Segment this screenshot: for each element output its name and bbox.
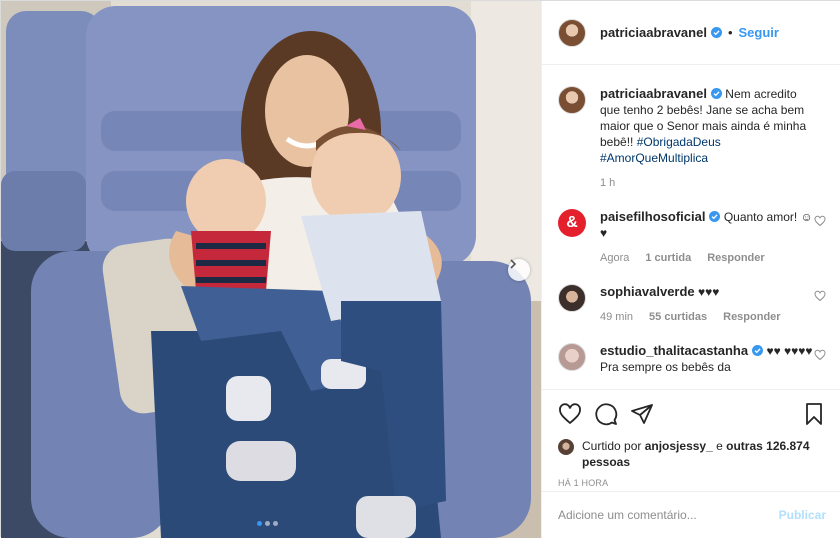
verified-icon [752, 345, 764, 356]
author-username[interactable]: patriciaabravanel [600, 25, 707, 40]
comment-item: sophiavalverde ♥♥♥ 49 min 55 curtidas Re… [558, 284, 826, 325]
caption-time[interactable]: 1 h [600, 175, 615, 191]
reply-button[interactable]: Responder [723, 309, 780, 325]
comment-body: estudio_thalitacastanha ♥♥ ♥♥♥♥ Pra semp… [600, 343, 815, 375]
author-avatar[interactable] [558, 18, 586, 47]
bookmark-icon[interactable] [802, 402, 826, 426]
post-side-panel: patriciaabravanel • Seguir patriciaabrav… [541, 1, 840, 538]
instagram-post: patriciaabravanel • Seguir patriciaabrav… [0, 0, 840, 538]
separator-dot: • [727, 25, 733, 40]
comment-body: sophiavalverde ♥♥♥ 49 min 55 curtidas Re… [600, 284, 815, 325]
comment-item: & paisefilhosoficial Quanto amor! ☺♥ Ago… [558, 209, 826, 266]
comment-avatar[interactable] [558, 343, 586, 371]
verified-icon [710, 27, 722, 38]
comment-time[interactable]: 49 min [600, 309, 633, 325]
caption-avatar[interactable] [558, 86, 586, 114]
follow-button[interactable]: Seguir [739, 25, 779, 40]
heart-icon[interactable] [558, 402, 582, 426]
comment-meta: 49 min 55 curtidas Responder [600, 309, 815, 325]
comment-input[interactable] [558, 508, 779, 522]
add-comment-bar: Publicar [542, 491, 840, 538]
caption: patriciaabravanel Nem acredito que tenho… [558, 86, 826, 191]
reply-button[interactable]: Responder [707, 250, 764, 266]
carousel-dot [257, 521, 262, 526]
photo-illustration [1, 1, 541, 538]
liked-by-prefix: Curtido por [582, 439, 642, 453]
liked-by: Curtido por anjosjessy_ e outras 126.874… [558, 438, 826, 470]
verified-icon [709, 211, 721, 222]
comment-likes[interactable]: 55 curtidas [649, 309, 707, 325]
comment-body: paisefilhosoficial Quanto amor! ☺♥ Agora… [600, 209, 815, 266]
comment-icon[interactable] [594, 402, 618, 426]
chevron-right-icon [510, 259, 517, 269]
comment-time[interactable]: Agora [600, 250, 629, 266]
comment-item: estudio_thalitacastanha ♥♥ ♥♥♥♥ Pra semp… [558, 343, 826, 375]
action-icons [558, 402, 826, 426]
liked-by-and: e [716, 439, 723, 453]
comment-avatar[interactable]: & [558, 209, 586, 237]
carousel-next-button[interactable] [508, 259, 530, 281]
liked-by-text: Curtido por anjosjessy_ e outras 126.874… [582, 438, 826, 470]
comment-username[interactable]: sophiavalverde [600, 284, 695, 299]
comment-username[interactable]: paisefilhosoficial [600, 209, 705, 224]
caption-meta: 1 h [600, 175, 815, 191]
liked-by-user[interactable]: anjosjessy_ [645, 439, 713, 453]
comment-like-icon[interactable] [814, 349, 826, 361]
verified-icon [710, 88, 722, 99]
comment-likes[interactable]: 1 curtida [645, 250, 691, 266]
post-header: patriciaabravanel • Seguir [542, 1, 840, 65]
comment-meta: Agora 1 curtida Responder [600, 250, 815, 266]
hashtag-link[interactable]: #ObrigadaDeus [637, 135, 721, 149]
caption-body: patriciaabravanel Nem acredito que tenho… [600, 86, 815, 191]
comment-text: ♥♥♥ [698, 285, 720, 299]
comment-username[interactable]: estudio_thalitacastanha [600, 343, 748, 358]
carousel-dot [273, 521, 278, 526]
comment-like-icon[interactable] [814, 290, 826, 302]
comment-like-icon[interactable] [814, 215, 826, 227]
publish-button[interactable]: Publicar [779, 508, 826, 522]
caption-username[interactable]: patriciaabravanel [600, 86, 707, 101]
post-timestamp[interactable]: Há 1 hora [558, 478, 826, 488]
post-photo[interactable] [1, 1, 541, 538]
comment-avatar[interactable] [558, 284, 586, 312]
share-icon[interactable] [630, 402, 654, 426]
comments-list[interactable]: patriciaabravanel Nem acredito que tenho… [542, 66, 840, 389]
post-actions: Curtido por anjosjessy_ e outras 126.874… [542, 389, 840, 491]
carousel-indicator [257, 521, 278, 526]
liker-avatar[interactable] [558, 439, 574, 455]
hashtag-link[interactable]: #AmorQueMultiplica [600, 151, 708, 165]
carousel-dot [265, 521, 270, 526]
author-info: patriciaabravanel • Seguir [600, 25, 779, 40]
